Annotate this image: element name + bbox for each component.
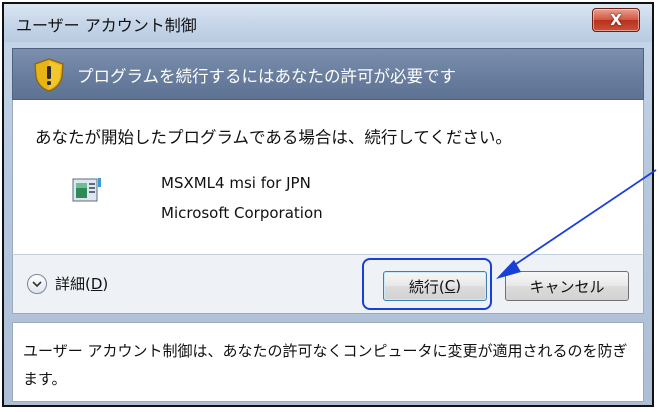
installer-program-icon: [72, 178, 101, 202]
program-name: MSXML4 msi for JPN: [161, 174, 311, 192]
uac-dialog-window: ユーザー アカウント制御 X プログラムを続行するにはあなたの許可が必要です あ…: [2, 2, 654, 407]
program-publisher: Microsoft Corporation: [161, 204, 323, 222]
continue-message: あなたが開始したプログラムである場合は、続行してください。: [35, 128, 512, 147]
chevron-down-icon: [27, 273, 47, 294]
close-button[interactable]: X: [592, 8, 640, 32]
uac-shield-icon: [34, 58, 64, 92]
details-toggle[interactable]: 詳細(D): [27, 273, 108, 294]
cancel-button[interactable]: キャンセル: [505, 271, 629, 301]
continue-button-highlight: [362, 258, 492, 310]
header-banner: プログラムを続行するにはあなたの許可が必要です: [12, 48, 644, 100]
window-title: ユーザー アカウント制御: [16, 16, 197, 35]
close-icon: X: [610, 10, 622, 29]
action-bar: 詳細(D) 続行(C) キャンセル: [12, 254, 644, 314]
uac-info-text: ユーザー アカウント制御は、あなたの許可なくコンピュータに変更が適用されるのを防…: [23, 342, 628, 388]
details-label: 詳細(D): [55, 275, 109, 293]
uac-info-panel: ユーザー アカウント制御は、あなたの許可なくコンピュータに変更が適用されるのを防…: [12, 322, 644, 402]
title-bar[interactable]: ユーザー アカウント制御 X: [4, 4, 652, 42]
header-prompt-text: プログラムを続行するにはあなたの許可が必要です: [77, 67, 457, 86]
program-info-panel: あなたが開始したプログラムである場合は、続行してください。 MSXML4 msi…: [12, 100, 644, 254]
